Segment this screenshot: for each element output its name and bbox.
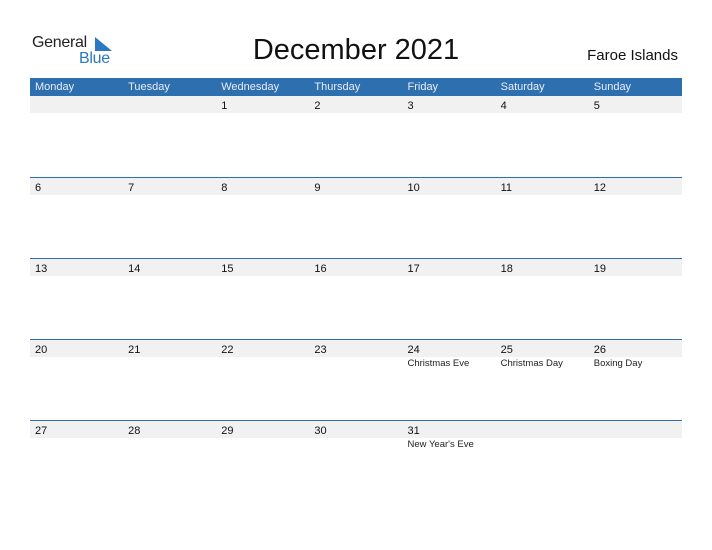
day-cell: 26 Boxing Day bbox=[589, 340, 682, 369]
day-cell bbox=[123, 96, 216, 113]
day-cell: 16 bbox=[309, 259, 402, 276]
week-number-band: 20 21 22 23 24 Christmas Eve 25 Christmas Day 26… bbox=[30, 340, 682, 369]
week-row: 6 7 8 9 10 11 12 bbox=[30, 177, 682, 259]
week-number-band: 13 14 15 16 17 18 19 bbox=[30, 259, 682, 276]
day-cell bbox=[589, 421, 682, 438]
day-number: 31 bbox=[407, 425, 420, 437]
day-number: 11 bbox=[500, 182, 513, 194]
day-number: 23 bbox=[314, 344, 327, 356]
day-cell: 28 bbox=[123, 421, 216, 438]
day-cell: 22 bbox=[216, 340, 309, 357]
day-number: 22 bbox=[221, 344, 234, 356]
day-cell: 17 bbox=[403, 259, 496, 276]
day-cell: 14 bbox=[123, 259, 216, 276]
calendar-grid: Monday Tuesday Wednesday Thursday Friday… bbox=[30, 78, 682, 450]
day-cell: 9 bbox=[309, 178, 402, 195]
day-cell: 20 bbox=[30, 340, 123, 357]
day-cell: 23 bbox=[309, 340, 402, 357]
week-number-band: 1 2 3 4 5 bbox=[30, 96, 682, 113]
week-row: 27 28 29 30 31 New Year's Eve bbox=[30, 420, 682, 502]
day-number: 13 bbox=[35, 263, 48, 275]
day-number: 2 bbox=[314, 100, 321, 112]
day-cell: 2 bbox=[309, 96, 402, 113]
day-cell: 7 bbox=[123, 178, 216, 195]
holiday-label: Christmas Eve bbox=[407, 358, 470, 369]
country-label: Faroe Islands bbox=[587, 47, 678, 64]
day-number: 18 bbox=[500, 263, 513, 275]
week-row: 20 21 22 23 24 Christmas Eve 25 Christmas Day 26… bbox=[30, 339, 682, 421]
day-cell: 29 bbox=[216, 421, 309, 438]
day-number: 29 bbox=[221, 425, 234, 437]
day-cell: 24 Christmas Eve bbox=[403, 340, 496, 369]
week-number-band: 27 28 29 30 31 New Year's Eve bbox=[30, 421, 682, 450]
day-cell: 21 bbox=[123, 340, 216, 357]
weekday-saturday: Saturday bbox=[500, 81, 545, 93]
weekday-thursday: Thursday bbox=[314, 81, 361, 93]
day-cell: 11 bbox=[496, 178, 589, 195]
day-cell: 31 New Year's Eve bbox=[403, 421, 496, 450]
day-cell: 15 bbox=[216, 259, 309, 276]
day-number: 26 bbox=[593, 344, 606, 356]
day-number: 9 bbox=[314, 182, 321, 194]
day-number: 7 bbox=[128, 182, 135, 194]
day-cell: 13 bbox=[30, 259, 123, 276]
day-number: 28 bbox=[128, 425, 141, 437]
day-cell: 10 bbox=[403, 178, 496, 195]
day-number: 4 bbox=[500, 100, 507, 112]
day-cell: 25 Christmas Day bbox=[496, 340, 589, 369]
weekday-tuesday: Tuesday bbox=[128, 81, 170, 93]
day-cell: 27 bbox=[30, 421, 123, 438]
day-number: 3 bbox=[407, 100, 414, 112]
day-number: 1 bbox=[221, 100, 228, 112]
weekday-wednesday: Wednesday bbox=[221, 81, 280, 93]
day-number: 21 bbox=[128, 344, 141, 356]
day-cell: 6 bbox=[30, 178, 123, 195]
day-number: 8 bbox=[221, 182, 228, 194]
day-number: 16 bbox=[314, 263, 327, 275]
day-cell: 12 bbox=[589, 178, 682, 195]
day-cell: 1 bbox=[216, 96, 309, 113]
day-number: 15 bbox=[221, 263, 234, 275]
holiday-label: Christmas Day bbox=[500, 358, 563, 369]
day-cell: 30 bbox=[309, 421, 402, 438]
day-number: 14 bbox=[128, 263, 141, 275]
weekday-monday: Monday bbox=[35, 81, 75, 93]
weekday-friday: Friday bbox=[407, 81, 439, 93]
holiday-label: New Year's Eve bbox=[407, 439, 474, 450]
day-cell: 5 bbox=[589, 96, 682, 113]
week-row: 1 2 3 4 5 bbox=[30, 96, 682, 177]
day-number: 10 bbox=[407, 182, 420, 194]
day-number: 20 bbox=[35, 344, 48, 356]
day-cell bbox=[496, 421, 589, 438]
day-cell: 3 bbox=[403, 96, 496, 113]
day-number: 24 bbox=[407, 344, 420, 356]
weekday-sunday: Sunday bbox=[593, 81, 632, 93]
week-number-band: 6 7 8 9 10 11 12 bbox=[30, 178, 682, 195]
day-number: 30 bbox=[314, 425, 327, 437]
day-cell bbox=[30, 96, 123, 113]
day-number: 25 bbox=[500, 344, 513, 356]
day-number: 12 bbox=[593, 182, 606, 194]
day-number: 5 bbox=[593, 100, 600, 112]
day-cell: 4 bbox=[496, 96, 589, 113]
day-number: 6 bbox=[35, 182, 42, 194]
day-cell: 8 bbox=[216, 178, 309, 195]
weekday-header: Monday Tuesday Wednesday Thursday Friday… bbox=[30, 78, 682, 96]
day-number: 19 bbox=[593, 263, 606, 275]
week-row: 13 14 15 16 17 18 19 bbox=[30, 258, 682, 340]
holiday-label: Boxing Day bbox=[593, 358, 643, 369]
day-cell: 18 bbox=[496, 259, 589, 276]
day-cell: 19 bbox=[589, 259, 682, 276]
day-number: 17 bbox=[407, 263, 420, 275]
day-number: 27 bbox=[35, 425, 48, 437]
